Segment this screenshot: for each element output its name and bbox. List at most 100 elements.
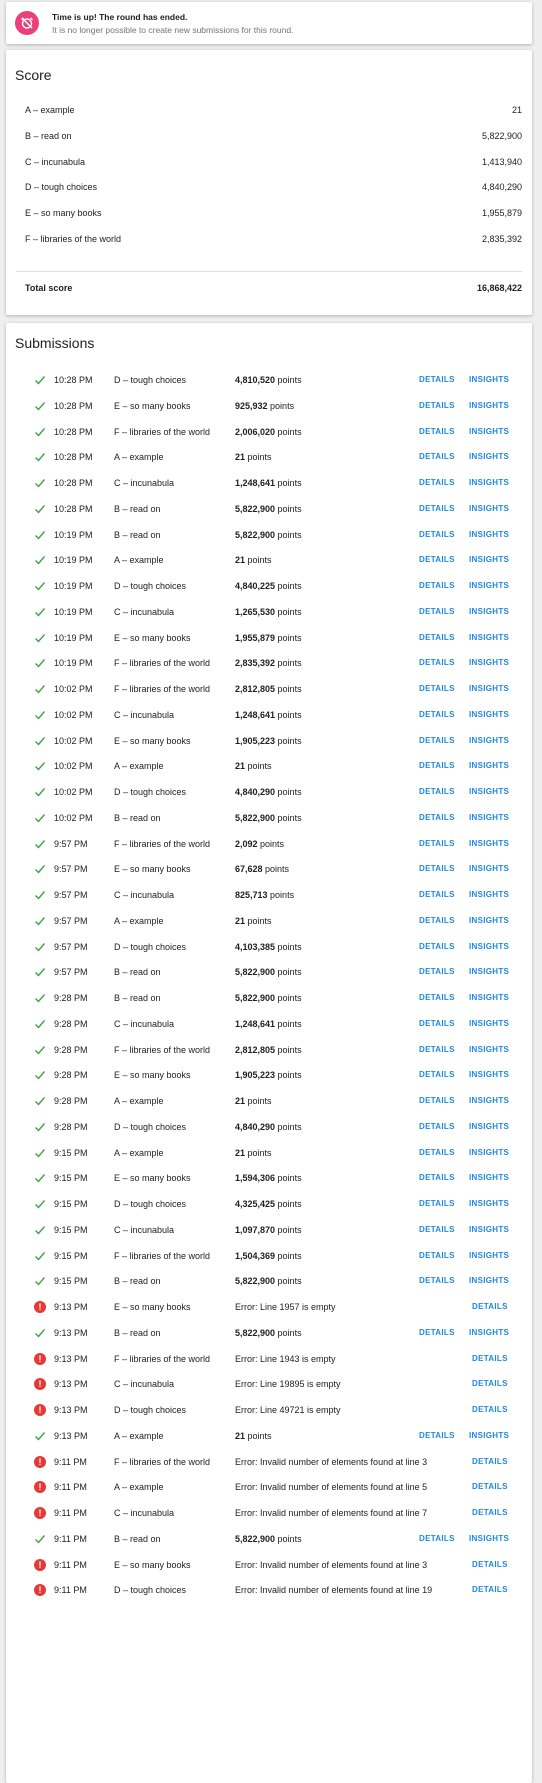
insights-button[interactable]: INSIGHTS <box>469 864 509 873</box>
insights-button[interactable]: INSIGHTS <box>469 375 509 384</box>
details-button[interactable]: DETAILS <box>419 839 455 848</box>
details-button[interactable]: DETAILS <box>419 1431 455 1440</box>
insights-button[interactable]: INSIGHTS <box>469 1019 509 1028</box>
submission-points: 4,840,290 points <box>235 787 302 797</box>
details-button[interactable]: DETAILS <box>419 1122 455 1131</box>
details-button[interactable]: DETAILS <box>419 710 455 719</box>
insights-button[interactable]: INSIGHTS <box>469 890 509 899</box>
insights-button[interactable]: INSIGHTS <box>469 1225 509 1234</box>
details-button[interactable]: DETAILS <box>419 1070 455 1079</box>
details-button[interactable]: DETAILS <box>419 890 455 899</box>
insights-button[interactable]: INSIGHTS <box>469 710 509 719</box>
submission-time: 9:11 PM <box>54 1456 87 1467</box>
details-button[interactable]: DETAILS <box>419 1225 455 1234</box>
details-button[interactable]: DETAILS <box>419 555 455 564</box>
details-button[interactable]: DETAILS <box>419 761 455 770</box>
details-button[interactable]: DETAILS <box>419 787 455 796</box>
details-button[interactable]: DETAILS <box>419 1096 455 1105</box>
insights-button[interactable]: INSIGHTS <box>469 427 509 436</box>
details-button[interactable]: DETAILS <box>419 813 455 822</box>
insights-button[interactable]: INSIGHTS <box>469 993 509 1002</box>
details-button[interactable]: DETAILS <box>419 452 455 461</box>
submission-points: 5,822,900 points <box>235 1276 302 1286</box>
details-button[interactable]: DETAILS <box>419 401 455 410</box>
details-button[interactable]: DETAILS <box>472 1585 508 1594</box>
insights-button[interactable]: INSIGHTS <box>469 761 509 770</box>
details-button[interactable]: DETAILS <box>419 633 455 642</box>
submission-problem: B – read on <box>114 967 161 978</box>
details-button[interactable]: DETAILS <box>472 1405 508 1414</box>
insights-button[interactable]: INSIGHTS <box>469 1431 509 1440</box>
insights-button[interactable]: INSIGHTS <box>469 1045 509 1054</box>
submission-points: 2,812,805 points <box>235 1045 302 1055</box>
insights-button[interactable]: INSIGHTS <box>469 555 509 564</box>
details-button[interactable]: DETAILS <box>419 530 455 539</box>
details-button[interactable]: DETAILS <box>419 864 455 873</box>
submission-time: 9:57 PM <box>54 967 88 978</box>
insights-button[interactable]: INSIGHTS <box>469 581 509 590</box>
details-button[interactable]: DETAILS <box>419 1045 455 1054</box>
details-button[interactable]: DETAILS <box>419 993 455 1002</box>
submission-problem: F – libraries of the world <box>114 684 211 694</box>
submission-problem: F – libraries of the world <box>114 426 211 437</box>
insights-button[interactable]: INSIGHTS <box>469 607 509 616</box>
insights-button[interactable]: INSIGHTS <box>469 1534 509 1543</box>
insights-button[interactable]: INSIGHTS <box>469 1328 509 1337</box>
insights-button[interactable]: INSIGHTS <box>469 504 509 513</box>
insights-button[interactable]: INSIGHTS <box>469 736 509 745</box>
details-button[interactable]: DETAILS <box>419 427 455 436</box>
points-value: 2,812,805 <box>235 684 276 694</box>
details-button[interactable]: DETAILS <box>419 504 455 513</box>
insights-button[interactable]: INSIGHTS <box>469 684 509 693</box>
insights-button[interactable]: INSIGHTS <box>469 1173 509 1182</box>
points-suffix: points <box>262 864 290 875</box>
details-button[interactable]: DETAILS <box>419 581 455 590</box>
details-button[interactable]: DETAILS <box>419 1276 455 1285</box>
details-button[interactable]: DETAILS <box>472 1379 508 1388</box>
details-button[interactable]: DETAILS <box>419 607 455 616</box>
insights-button[interactable]: INSIGHTS <box>469 1251 509 1260</box>
details-button[interactable]: DETAILS <box>419 684 455 693</box>
details-button[interactable]: DETAILS <box>472 1482 508 1491</box>
details-button[interactable]: DETAILS <box>472 1457 508 1466</box>
details-button[interactable]: DETAILS <box>419 1534 455 1543</box>
insights-button[interactable]: INSIGHTS <box>469 1199 509 1208</box>
insights-button[interactable]: INSIGHTS <box>469 967 509 976</box>
check-icon <box>34 1224 46 1236</box>
insights-button[interactable]: INSIGHTS <box>469 1070 509 1079</box>
details-button[interactable]: DETAILS <box>419 916 455 925</box>
details-button[interactable]: DETAILS <box>419 967 455 976</box>
details-button[interactable]: DETAILS <box>419 658 455 667</box>
insights-button[interactable]: INSIGHTS <box>469 839 509 848</box>
details-button[interactable]: DETAILS <box>472 1508 508 1517</box>
details-button[interactable]: DETAILS <box>419 478 455 487</box>
details-button[interactable]: DETAILS <box>419 942 455 951</box>
details-button[interactable]: DETAILS <box>419 1019 455 1028</box>
details-button[interactable]: DETAILS <box>472 1302 508 1311</box>
insights-button[interactable]: INSIGHTS <box>469 813 509 822</box>
insights-button[interactable]: INSIGHTS <box>469 1276 509 1285</box>
details-button[interactable]: DETAILS <box>419 1199 455 1208</box>
submission-row: 9:15 PM D – tough choices 4,325,425 points… <box>6 1190 532 1219</box>
details-button[interactable]: DETAILS <box>419 1251 455 1260</box>
insights-button[interactable]: INSIGHTS <box>469 530 509 539</box>
insights-button[interactable]: INSIGHTS <box>469 1096 509 1105</box>
insights-button[interactable]: INSIGHTS <box>469 942 509 951</box>
insights-button[interactable]: INSIGHTS <box>469 633 509 642</box>
insights-button[interactable]: INSIGHTS <box>469 787 509 796</box>
check-icon <box>34 400 46 412</box>
insights-button[interactable]: INSIGHTS <box>469 478 509 487</box>
insights-button[interactable]: INSIGHTS <box>469 1148 509 1157</box>
insights-button[interactable]: INSIGHTS <box>469 658 509 667</box>
details-button[interactable]: DETAILS <box>419 1173 455 1182</box>
details-button[interactable]: DETAILS <box>419 736 455 745</box>
details-button[interactable]: DETAILS <box>472 1560 508 1569</box>
insights-button[interactable]: INSIGHTS <box>469 401 509 410</box>
insights-button[interactable]: INSIGHTS <box>469 452 509 461</box>
details-button[interactable]: DETAILS <box>419 1148 455 1157</box>
details-button[interactable]: DETAILS <box>419 1328 455 1337</box>
insights-button[interactable]: INSIGHTS <box>469 1122 509 1131</box>
insights-button[interactable]: INSIGHTS <box>469 916 509 925</box>
details-button[interactable]: DETAILS <box>419 375 455 384</box>
details-button[interactable]: DETAILS <box>472 1354 508 1363</box>
